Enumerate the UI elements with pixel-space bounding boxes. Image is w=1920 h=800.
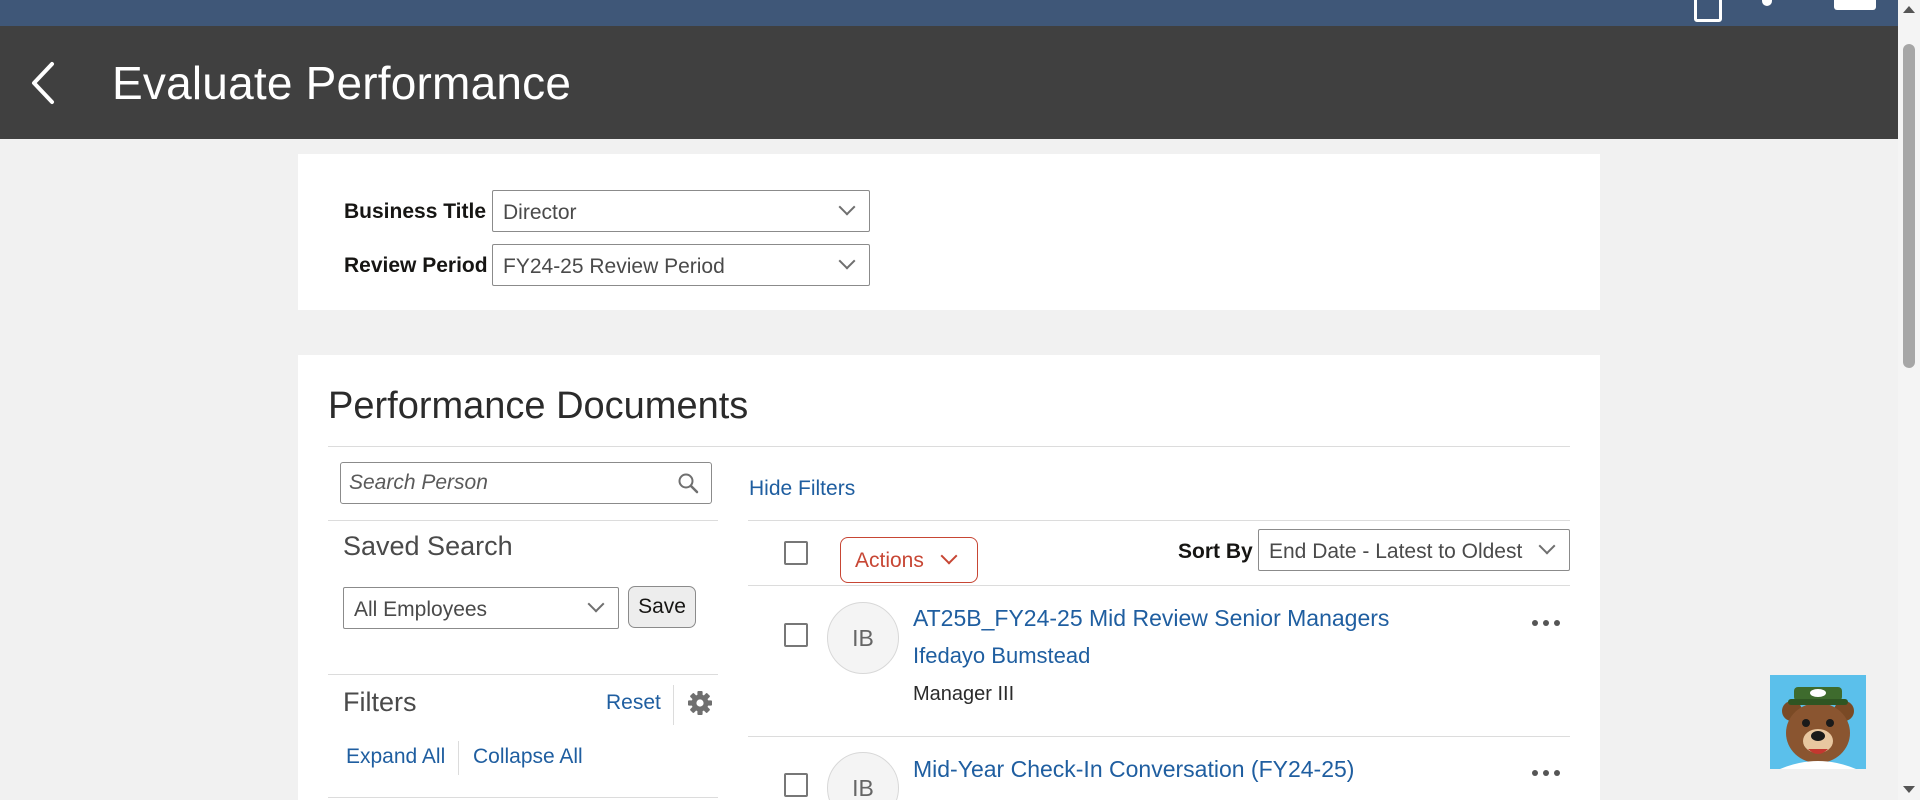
sort-by-label: Sort By — [1178, 540, 1253, 563]
avatar-initials: IB — [852, 775, 874, 800]
divider — [328, 797, 718, 798]
document-title-link[interactable]: Mid-Year Check-In Conversation (FY24-25) — [913, 756, 1354, 783]
saved-search-label: Saved Search — [343, 531, 513, 561]
actions-menu-button[interactable]: Actions — [840, 537, 978, 583]
divider — [748, 585, 1570, 586]
person-name-link[interactable]: Ifedayo Bumstead — [913, 643, 1090, 669]
page-title: Evaluate Performance — [112, 57, 572, 109]
review-period-label: Review Period — [344, 254, 488, 277]
home-icon[interactable] — [1694, 0, 1722, 22]
review-period-value: FY24-25 Review Period — [503, 255, 725, 278]
notifications-icon[interactable] — [1762, 0, 1772, 6]
sort-by-select[interactable]: End Date - Latest to Oldest — [1258, 529, 1570, 571]
search-input[interactable] — [349, 471, 669, 495]
scroll-down-icon[interactable] — [1903, 786, 1915, 793]
gear-icon[interactable] — [686, 689, 714, 717]
job-title: Manager III — [913, 683, 1015, 705]
section-title: Performance Documents — [328, 385, 749, 427]
global-header — [0, 0, 1898, 26]
row-checkbox[interactable] — [784, 773, 808, 797]
divider — [328, 446, 1570, 447]
expand-all-link[interactable]: Expand All — [346, 745, 445, 769]
ellipsis-icon[interactable] — [1532, 767, 1562, 779]
collapse-all-link[interactable]: Collapse All — [473, 745, 583, 769]
chevron-down-icon — [940, 547, 958, 565]
scrollbar-thumb[interactable] — [1903, 44, 1915, 368]
search-person-field[interactable] — [340, 462, 712, 504]
business-title-select[interactable]: Director — [492, 190, 870, 232]
sort-by-value: End Date - Latest to Oldest — [1269, 540, 1523, 563]
row-checkbox[interactable] — [784, 623, 808, 647]
search-icon[interactable] — [677, 472, 699, 494]
hide-filters-link[interactable]: Hide Filters — [749, 477, 855, 501]
avatar-initials: IB — [852, 625, 874, 651]
chevron-down-icon — [1538, 537, 1556, 555]
context-filters-card: Business Title Director Review Period FY… — [298, 154, 1600, 310]
avatar: IB — [827, 752, 899, 800]
saved-search-select[interactable]: All Employees — [343, 587, 619, 629]
document-title-link[interactable]: AT25B_FY24-25 Mid Review Senior Managers — [913, 605, 1389, 632]
divider — [748, 736, 1570, 737]
chevron-down-icon — [838, 198, 856, 216]
divider — [458, 741, 459, 775]
saved-search-value: All Employees — [354, 598, 488, 621]
divider — [748, 520, 1570, 521]
divider — [328, 520, 718, 521]
ellipsis-icon[interactable] — [1532, 617, 1562, 629]
bear-mascot-icon — [1780, 687, 1856, 769]
chevron-down-icon — [838, 252, 856, 270]
business-title-value: Director — [503, 201, 577, 224]
avatar: IB — [827, 602, 899, 674]
user-avatar[interactable] — [1834, 0, 1876, 10]
page-header: Evaluate Performance — [0, 26, 1898, 139]
actions-label: Actions — [855, 549, 924, 572]
review-period-select[interactable]: FY24-25 Review Period — [492, 244, 870, 286]
filters-label: Filters — [343, 687, 417, 717]
select-all-checkbox[interactable] — [784, 541, 808, 565]
scroll-up-icon[interactable] — [1903, 6, 1915, 13]
divider — [328, 674, 718, 675]
page-scrollbar[interactable] — [1898, 0, 1920, 800]
back-button[interactable] — [26, 60, 62, 106]
business-title-label: Business Title — [344, 200, 486, 223]
save-search-button[interactable]: Save — [628, 586, 696, 628]
divider — [673, 685, 674, 725]
reset-filters-link[interactable]: Reset — [606, 691, 661, 715]
chat-assistant-button[interactable] — [1770, 675, 1866, 769]
chevron-left-icon — [32, 62, 54, 104]
performance-documents-card: Performance Documents Saved Search All E… — [298, 355, 1600, 800]
chevron-down-icon — [587, 595, 605, 613]
